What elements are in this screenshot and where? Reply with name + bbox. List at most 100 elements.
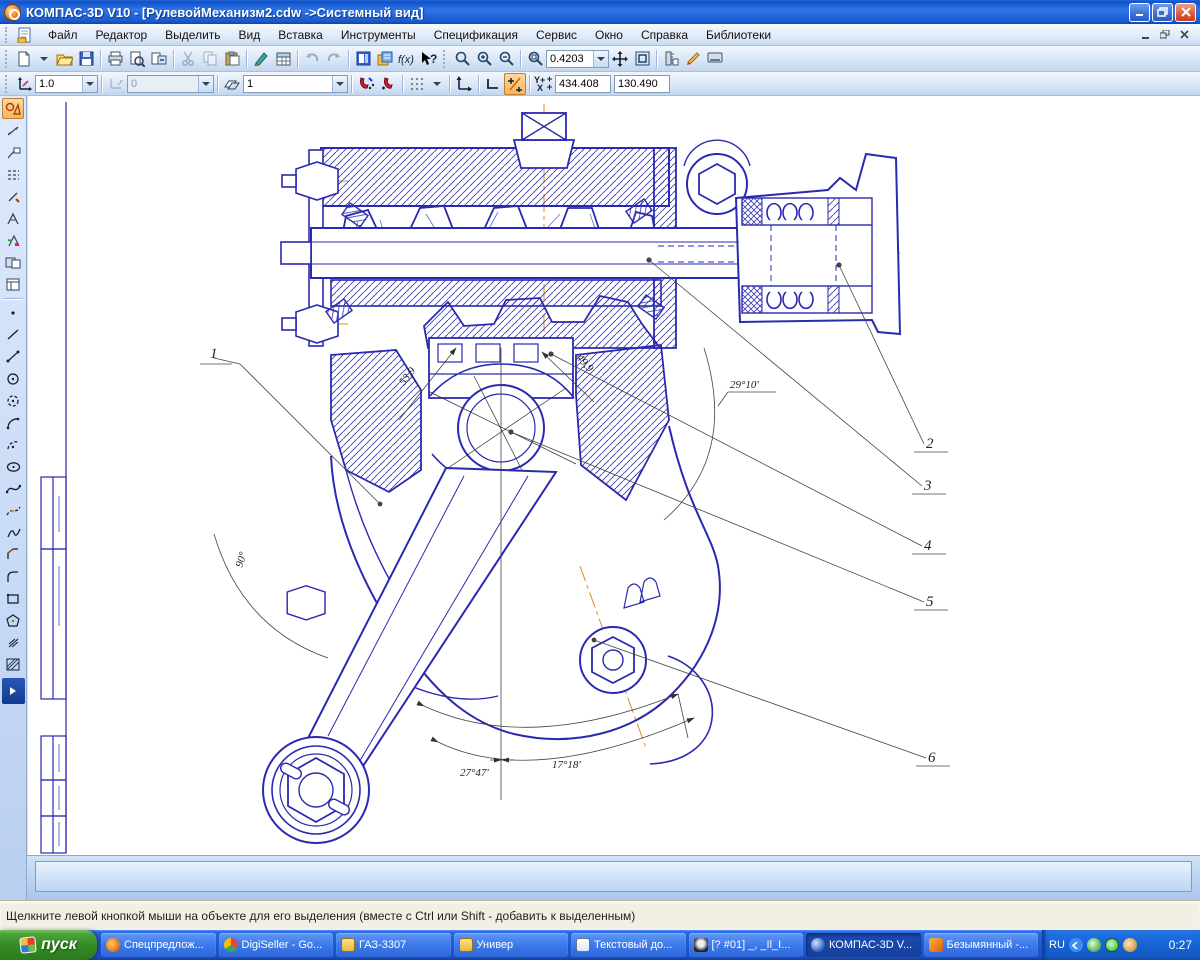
bezier-tool-button[interactable] bbox=[2, 500, 24, 521]
save-button[interactable] bbox=[75, 48, 97, 70]
coordinate-y-field[interactable] bbox=[555, 75, 611, 93]
spec-tool-button[interactable] bbox=[2, 252, 24, 273]
point-tool-button[interactable] bbox=[2, 302, 24, 323]
import-button[interactable] bbox=[148, 48, 170, 70]
geometry-tool-button[interactable] bbox=[2, 98, 24, 119]
rounding-snap-button[interactable] bbox=[504, 73, 526, 95]
taskbar-item-digiseller[interactable]: DigiSeller - Go... bbox=[219, 933, 334, 957]
copy-button[interactable] bbox=[199, 48, 221, 70]
measure-tool-button[interactable] bbox=[2, 208, 24, 229]
print-preview-button[interactable] bbox=[126, 48, 148, 70]
editing-tool-button[interactable] bbox=[2, 164, 24, 185]
chamfer-tool-button[interactable] bbox=[2, 544, 24, 565]
document-manager-button[interactable] bbox=[352, 48, 374, 70]
print-button[interactable] bbox=[104, 48, 126, 70]
cut-button[interactable] bbox=[177, 48, 199, 70]
taskbar-clock[interactable]: 0:27 bbox=[1169, 938, 1192, 952]
close-button[interactable] bbox=[1175, 3, 1196, 22]
toolbar-grip[interactable] bbox=[5, 50, 10, 68]
tray-app-icon-1[interactable] bbox=[1087, 938, 1101, 952]
taskbar-item-firefox[interactable]: Спецпредлож... bbox=[101, 933, 216, 957]
menu-editor[interactable]: Редактор bbox=[87, 25, 157, 45]
snap-setup-button[interactable] bbox=[377, 73, 399, 95]
redo-button[interactable] bbox=[323, 48, 345, 70]
view-scale-combo[interactable] bbox=[35, 75, 98, 93]
fillet-tool-button[interactable] bbox=[2, 566, 24, 587]
view-scale-dropdown[interactable] bbox=[82, 76, 97, 92]
drawing-canvas[interactable]: 1 2 3 4 5 6 29°10' 27°47' 17°18' 90° 53,… bbox=[27, 96, 1200, 855]
tray-utorrent-icon[interactable] bbox=[1105, 938, 1119, 952]
selection-tool-button[interactable] bbox=[2, 230, 24, 251]
fit-window-button[interactable] bbox=[631, 48, 653, 70]
adjuster-bolt[interactable] bbox=[580, 578, 660, 693]
taskbar-item-folder-gaz[interactable]: ГАЗ-3307 bbox=[336, 933, 451, 957]
toolbar-grip2[interactable] bbox=[443, 50, 448, 68]
pan-button[interactable] bbox=[609, 48, 631, 70]
tray-app-icon-2[interactable] bbox=[1123, 938, 1137, 952]
parameterization-tool-button[interactable] bbox=[2, 186, 24, 207]
circle-tool-button[interactable] bbox=[2, 368, 24, 389]
ortho-button[interactable] bbox=[482, 73, 504, 95]
view-scale-input[interactable] bbox=[36, 76, 82, 92]
taskbar-item-kompas[interactable]: КОМПАС-3D V... bbox=[806, 933, 921, 957]
zoom-scale-dropdown[interactable] bbox=[593, 51, 608, 67]
layers-dropdown[interactable] bbox=[332, 76, 347, 92]
grid-button[interactable] bbox=[406, 73, 428, 95]
taskbar-item-folder-univer[interactable]: Универ bbox=[454, 933, 569, 957]
callout-numbers[interactable]: 1 2 3 4 5 6 bbox=[210, 346, 936, 766]
designation-tool-button[interactable] bbox=[2, 142, 24, 163]
language-indicator[interactable]: RU bbox=[1049, 939, 1065, 951]
layers-combo[interactable] bbox=[243, 75, 348, 93]
reports-tool-button[interactable] bbox=[2, 274, 24, 295]
taskbar-item-winamp[interactable]: Безымянный -... bbox=[924, 933, 1039, 957]
property-bar-inset[interactable] bbox=[35, 861, 1192, 892]
display-button[interactable] bbox=[704, 48, 726, 70]
menu-insert[interactable]: Вставка bbox=[269, 25, 332, 45]
minimize-button[interactable] bbox=[1129, 3, 1150, 22]
new-document-dropdown[interactable] bbox=[35, 48, 53, 70]
doc-number-dropdown[interactable] bbox=[198, 76, 213, 92]
multiline-tool-button[interactable] bbox=[2, 632, 24, 653]
worm-shaft[interactable] bbox=[281, 228, 773, 278]
zoom-scale-input[interactable] bbox=[547, 51, 593, 67]
restore-button[interactable] bbox=[1152, 3, 1173, 22]
segment-tool-button[interactable] bbox=[2, 346, 24, 367]
menu-tools[interactable]: Инструменты bbox=[332, 25, 425, 45]
doc-number-combo[interactable] bbox=[127, 75, 214, 93]
local-cs-button[interactable] bbox=[453, 73, 475, 95]
arc-tool-button[interactable] bbox=[2, 412, 24, 433]
mdi-minimize-button[interactable] bbox=[1138, 28, 1154, 42]
coordinate-x-field[interactable] bbox=[614, 75, 670, 93]
curve-tool-button[interactable] bbox=[2, 522, 24, 543]
spline-tool-button[interactable] bbox=[2, 478, 24, 499]
menu-libraries[interactable]: Библиотеки bbox=[697, 25, 780, 45]
zoom-scale-combo[interactable] bbox=[546, 50, 609, 68]
zoom-in-button[interactable] bbox=[473, 48, 495, 70]
tray-chevron-icon[interactable] bbox=[1069, 938, 1083, 952]
drawing-sheet[interactable]: 1 2 3 4 5 6 29°10' 27°47' 17°18' 90° 53,… bbox=[28, 96, 1200, 855]
menu-file[interactable]: Файл bbox=[39, 25, 87, 45]
mdi-close-button[interactable] bbox=[1176, 28, 1192, 42]
snap-magnet-icon[interactable] bbox=[355, 73, 377, 95]
menu-grip[interactable] bbox=[5, 27, 10, 43]
sheet-frame[interactable] bbox=[41, 102, 66, 853]
start-button[interactable]: пуск bbox=[0, 930, 97, 960]
circle2-tool-button[interactable] bbox=[2, 390, 24, 411]
undo-button[interactable] bbox=[301, 48, 323, 70]
zoom-lens-button[interactable] bbox=[451, 48, 473, 70]
menu-view[interactable]: Вид bbox=[230, 25, 270, 45]
menu-window[interactable]: Окно bbox=[586, 25, 632, 45]
zoom-area-button[interactable] bbox=[524, 48, 546, 70]
panel-end-button[interactable] bbox=[2, 678, 25, 704]
polygon-tool-button[interactable] bbox=[2, 610, 24, 631]
zoom-out-button[interactable] bbox=[495, 48, 517, 70]
new-document-button[interactable] bbox=[13, 48, 35, 70]
ellipse-tool-button[interactable] bbox=[2, 456, 24, 477]
measure-button[interactable] bbox=[660, 48, 682, 70]
dimensions-tool-button[interactable] bbox=[2, 120, 24, 141]
rectangle-tool-button[interactable] bbox=[2, 588, 24, 609]
help-select-button[interactable]: ? bbox=[418, 48, 440, 70]
taskbar-item-text-document[interactable]: Текстовый до... bbox=[571, 933, 686, 957]
grid-dropdown[interactable] bbox=[428, 73, 446, 95]
arc2-tool-button[interactable] bbox=[2, 434, 24, 455]
